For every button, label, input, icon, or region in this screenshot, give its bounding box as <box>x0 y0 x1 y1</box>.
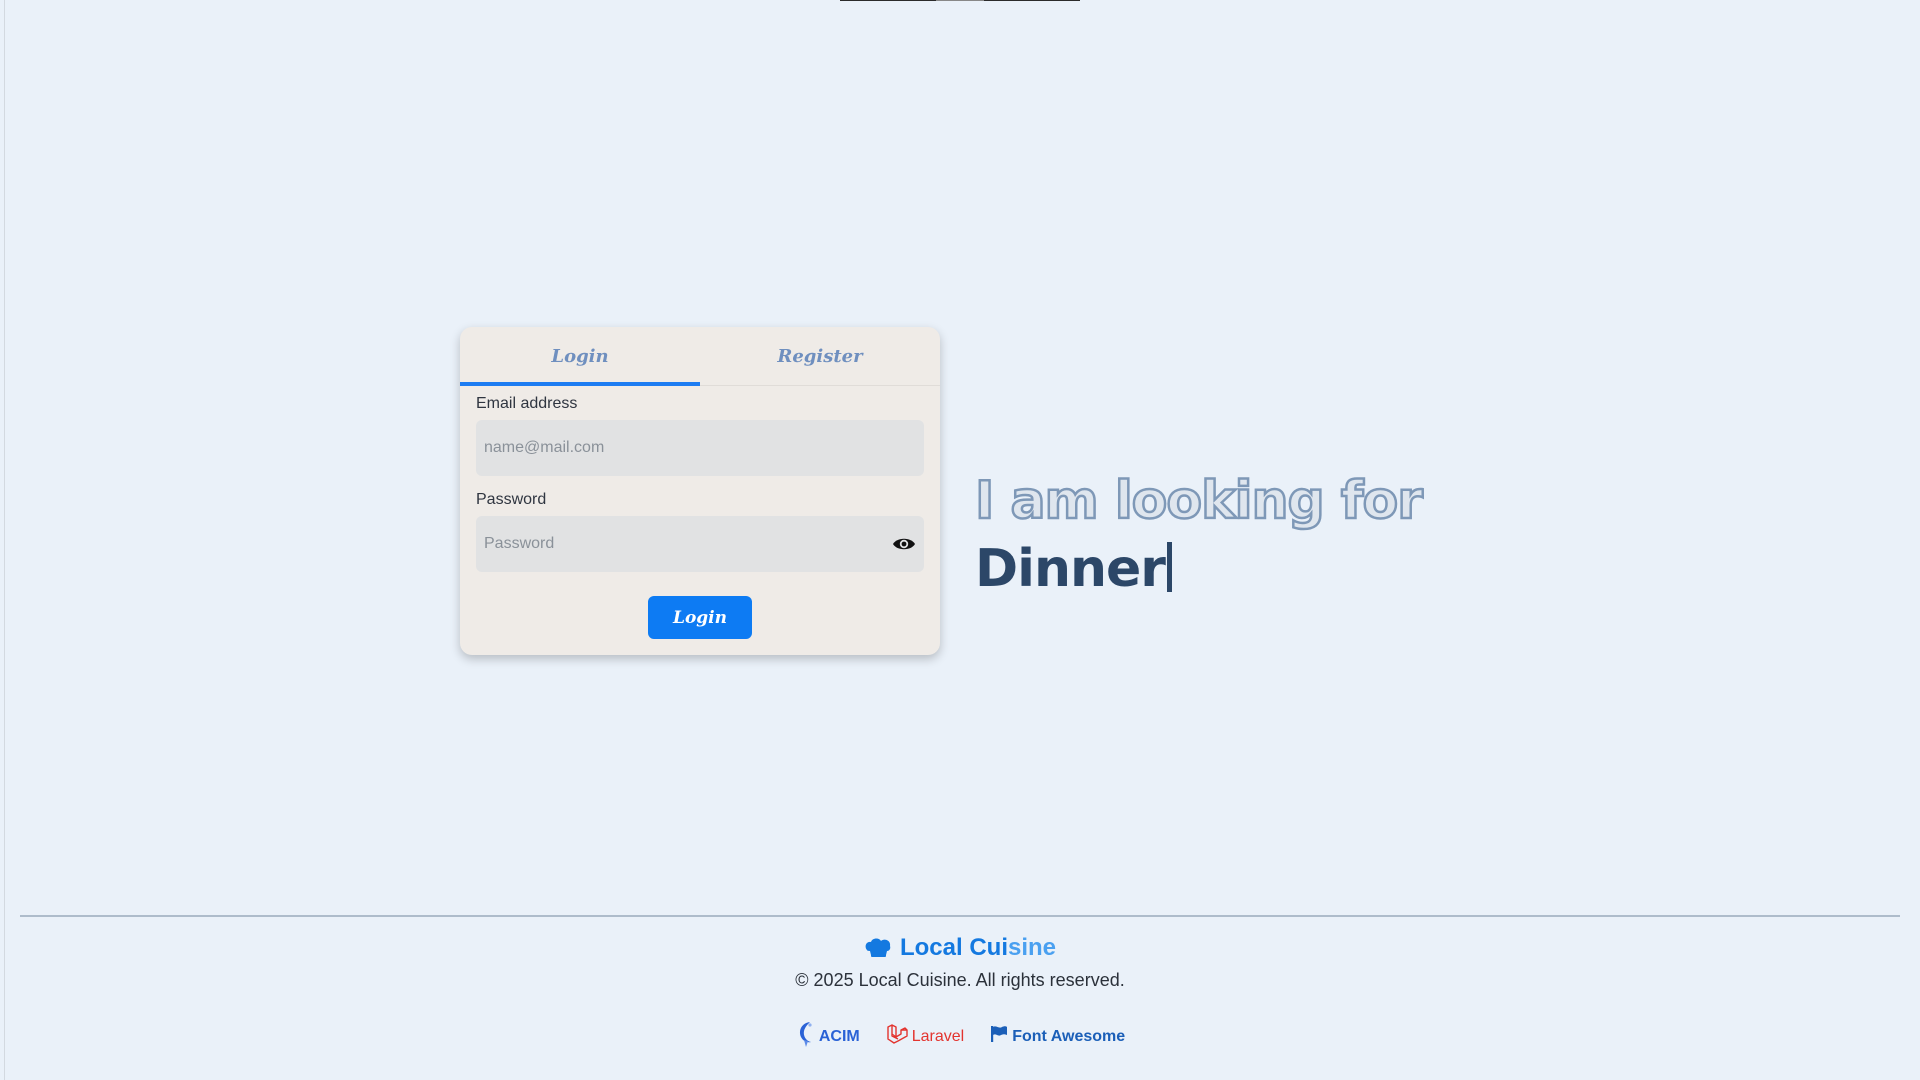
tab-register[interactable]: Register <box>700 327 940 385</box>
copyright-text: © 2025 Local Cuisine. All rights reserve… <box>795 970 1125 990</box>
chef-hat-icon <box>864 937 892 965</box>
footer-brand: Local Cuisine <box>0 934 1920 965</box>
brand-name-part1: Local Cui <box>899 934 1008 961</box>
hero-tagline: I am looking for <box>974 470 1424 533</box>
top-indicator-line <box>840 0 1080 1</box>
footer-credits: ACIM Laravel Font Awesome <box>0 1020 1920 1053</box>
hero-typed-word-row: Dinner <box>975 534 1422 604</box>
password-label: Password <box>476 491 547 508</box>
auth-tabs: Login Register <box>460 327 940 386</box>
left-edge-divider <box>4 0 5 1080</box>
email-field[interactable] <box>476 420 924 476</box>
credit-laravel-label: Laravel <box>911 1027 965 1045</box>
hero-typed-word: Dinner <box>975 539 1166 599</box>
typing-cursor <box>1166 542 1172 592</box>
submit-row: Login <box>476 586 924 639</box>
email-label: Email address <box>476 395 578 412</box>
show-password-eye-icon[interactable] <box>892 534 916 554</box>
auth-card: Login Register Email address Password <box>460 327 940 655</box>
brand-name-part2: sine <box>1007 934 1057 961</box>
email-field-wrapper <box>476 420 924 476</box>
password-field[interactable] <box>476 516 924 572</box>
login-form: Email address Password Login <box>460 386 940 639</box>
credit-laravel-link[interactable]: Laravel <box>886 1020 964 1053</box>
flag-icon <box>990 1025 1008 1048</box>
credit-acim-label: ACIM <box>818 1027 860 1045</box>
acim-logo-icon <box>795 1020 815 1053</box>
hero-text: I am looking for Dinner <box>974 468 1424 604</box>
tab-login[interactable]: Login <box>460 327 700 386</box>
laravel-logo-icon <box>886 1023 908 1050</box>
login-button[interactable]: Login <box>648 596 752 639</box>
credit-acim-link[interactable]: ACIM <box>795 1020 860 1053</box>
password-field-wrapper <box>476 516 924 572</box>
credit-font-awesome-label: Font Awesome <box>1012 1027 1126 1045</box>
credit-font-awesome-link[interactable]: Font Awesome <box>990 1020 1125 1053</box>
page: Login Register Email address Password <box>0 0 1920 1080</box>
footer-divider <box>20 915 1900 917</box>
